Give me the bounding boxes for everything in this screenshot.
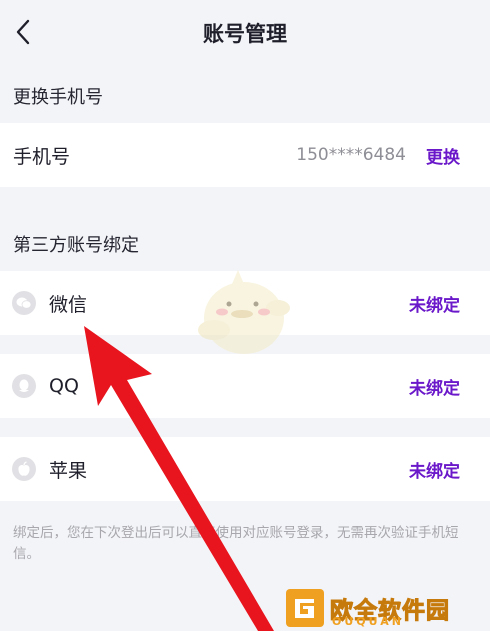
- phone-label: 手机号: [13, 145, 71, 168]
- apple-label: 苹果: [49, 459, 88, 482]
- phone-section-heading: 更换手机号: [13, 87, 103, 108]
- phone-number-value: 150****6484: [296, 145, 406, 165]
- change-phone-button[interactable]: 更换: [426, 143, 460, 168]
- binding-note: 绑定后，您在下次登出后可以直接使用对应账号登录，无需再次验证手机短信。: [13, 525, 459, 562]
- third-party-section-heading: 第三方账号绑定: [13, 235, 139, 256]
- qq-label: QQ: [49, 375, 79, 397]
- apple-row[interactable]: 苹果 未绑定: [0, 437, 490, 501]
- qq-icon: [12, 374, 36, 398]
- qq-row[interactable]: QQ 未绑定: [0, 354, 490, 418]
- site-logo: 欧全软件园 OUQUAN: [286, 585, 490, 631]
- mascot-watermark-image: [198, 270, 290, 354]
- wechat-icon: [12, 291, 36, 315]
- phone-row: 手机号 150****6484 更换: [0, 123, 490, 187]
- wechat-bind-button[interactable]: 未绑定: [409, 291, 460, 316]
- nav-bar: 账号管理: [0, 0, 490, 66]
- wechat-label: 微信: [49, 293, 88, 316]
- logo-subtitle: OUQUAN: [332, 615, 404, 628]
- qq-bind-button[interactable]: 未绑定: [409, 374, 460, 399]
- page-title: 账号管理: [203, 22, 287, 46]
- apple-bind-button[interactable]: 未绑定: [409, 457, 460, 482]
- logo-mark-icon: [286, 589, 324, 627]
- apple-icon: [12, 457, 36, 481]
